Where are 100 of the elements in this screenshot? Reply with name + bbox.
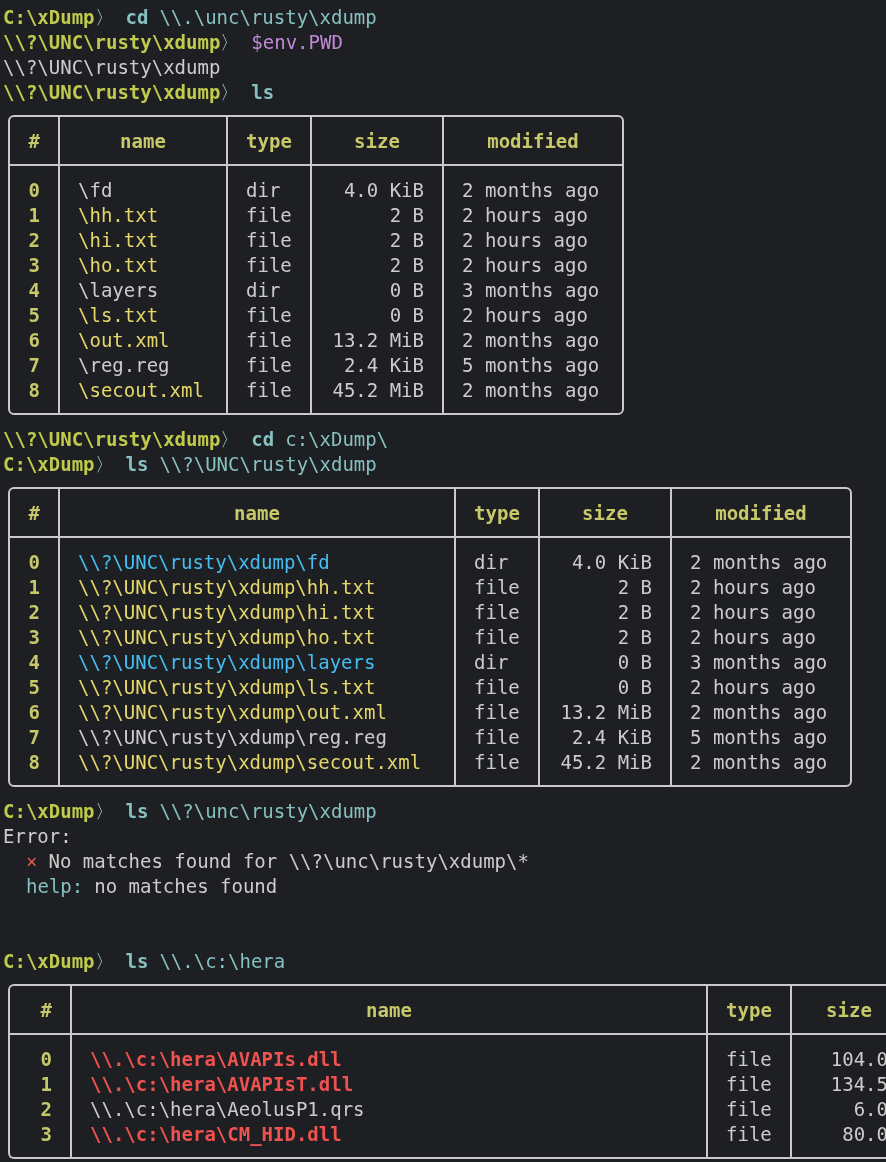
column-header: type — [706, 986, 790, 1035]
help-label: help: — [26, 874, 84, 899]
table-cell: 2 B — [538, 600, 670, 625]
column-header: modified — [670, 489, 850, 538]
table-cell: file — [454, 750, 538, 785]
table-cell: 2 months ago — [442, 328, 622, 353]
table-cell: 80.0 — [790, 1122, 886, 1157]
command-text: ls — [125, 799, 149, 824]
error-message: No matches found for \\?\unc\rusty\xdump\* — [48, 849, 529, 874]
command-text: \\?\UNC\rusty\xdump — [159, 452, 377, 477]
table-cell: file — [454, 700, 538, 725]
column-header: type — [226, 117, 310, 166]
command-text: \\?\unc\rusty\xdump — [159, 799, 377, 824]
prompt-indicator: 〉 — [94, 5, 114, 30]
row-number: 0 — [27, 178, 41, 203]
table-cell: \hi.txt — [58, 228, 226, 253]
column-header: size — [538, 489, 670, 538]
table-cell: \fd — [58, 166, 226, 203]
table-cell: \reg.reg — [58, 353, 226, 378]
row-number: 2 — [27, 228, 41, 253]
error-title: Error: — [3, 824, 72, 849]
command-text: c:\xDump\ — [285, 427, 389, 452]
row-number: 3 — [39, 1122, 53, 1147]
table-cell: file — [454, 625, 538, 650]
row-number: 6 — [27, 700, 41, 725]
table-cell: 2 hours ago — [670, 625, 850, 650]
table-cell: \\?\UNC\rusty\xdump\secout.xml — [58, 750, 454, 785]
column-header: # — [10, 117, 58, 166]
row-number: 2 — [39, 1097, 53, 1122]
table-cell: dir — [454, 538, 538, 575]
table-cell: \\?\UNC\rusty\xdump\out.xml — [58, 700, 454, 725]
row-number: 8 — [27, 378, 41, 403]
column-header: size — [310, 117, 442, 166]
prompt-path: C:\xDump — [3, 452, 95, 477]
command-text: cd — [125, 5, 149, 30]
row-number: 5 — [27, 675, 41, 700]
table-cell: file — [226, 378, 310, 413]
table-cell: \\?\UNC\rusty\xdump\hi.txt — [58, 600, 454, 625]
row-number: 3 — [27, 625, 41, 650]
column-header: size — [790, 986, 886, 1035]
table-cell: file — [226, 253, 310, 278]
table-cell: \\?\UNC\rusty\xdump\layers — [58, 650, 454, 675]
table-cell: 3 months ago — [442, 278, 622, 303]
table-cell: \hh.txt — [58, 203, 226, 228]
row-number: 1 — [27, 575, 41, 600]
table-cell: file — [454, 575, 538, 600]
table-cell: 2.4 KiB — [538, 725, 670, 750]
command-text: \\.\c:\hera — [159, 949, 286, 974]
column-header: name — [58, 117, 226, 166]
column-header: type — [454, 489, 538, 538]
prompt-path: \\?\UNC\rusty\xdump — [3, 427, 221, 452]
prompt-path: \\?\UNC\rusty\xdump — [3, 80, 221, 105]
table-cell: \layers — [58, 278, 226, 303]
table-cell: 2 months ago — [442, 378, 622, 413]
table-cell: \\.\c:\hera\AVAPIs.dll — [70, 1035, 706, 1072]
table-cell: file — [706, 1072, 790, 1097]
table-cell: 2 hours ago — [670, 675, 850, 700]
row-number: 1 — [39, 1072, 53, 1097]
row-number: 5 — [27, 303, 41, 328]
table-cell: \\.\c:\hera\AVAPIsT.dll — [70, 1072, 706, 1097]
table-cell: file — [706, 1122, 790, 1157]
column-header: # — [10, 986, 70, 1035]
table-cell: \secout.xml — [58, 378, 226, 413]
table-cell: file — [454, 725, 538, 750]
table-cell: 2 hours ago — [670, 575, 850, 600]
output-text: \\?\UNC\rusty\xdump — [3, 55, 221, 80]
command-text: \\.\unc\rusty\xdump — [159, 5, 377, 30]
row-number: 0 — [27, 550, 41, 575]
table-cell: file — [706, 1035, 790, 1072]
prompt-path: \\?\UNC\rusty\xdump — [3, 30, 221, 55]
table-cell: 45.2 MiB — [538, 750, 670, 785]
command-text: ls — [125, 452, 149, 477]
prompt-indicator: 〉 — [220, 80, 240, 105]
table-cell: 0 B — [538, 650, 670, 675]
row-number: 4 — [27, 278, 41, 303]
row-number: 1 — [27, 203, 41, 228]
prompt-indicator: 〉 — [94, 799, 114, 824]
command-text: ls — [251, 80, 275, 105]
table-cell: \\?\UNC\rusty\xdump\ho.txt — [58, 625, 454, 650]
table-cell: file — [226, 228, 310, 253]
table-cell: \\.\c:\hera\AeolusP1.qrs — [70, 1097, 706, 1122]
table-cell: 2 months ago — [670, 700, 850, 725]
table-cell: 0 B — [310, 303, 442, 328]
table-cell: \\?\UNC\rusty\xdump\ls.txt — [58, 675, 454, 700]
table-cell: 2 hours ago — [442, 253, 622, 278]
table-cell: 2.4 KiB — [310, 353, 442, 378]
table-cell: 4.0 KiB — [538, 538, 670, 575]
table-cell: file — [454, 600, 538, 625]
table-cell: \\.\c:\hera\CM_HID.dll — [70, 1122, 706, 1157]
table-cell: file — [226, 353, 310, 378]
table-cell: file — [226, 328, 310, 353]
table-cell: dir — [226, 278, 310, 303]
table-cell: 2 months ago — [670, 538, 850, 575]
prompt-indicator: 〉 — [220, 427, 240, 452]
row-number: 3 — [27, 253, 41, 278]
help-text: no matches found — [94, 874, 278, 899]
prompt-indicator: 〉 — [94, 452, 114, 477]
table-cell: 5 months ago — [670, 725, 850, 750]
table-cell: 2 hours ago — [670, 600, 850, 625]
column-header: modified — [442, 117, 622, 166]
